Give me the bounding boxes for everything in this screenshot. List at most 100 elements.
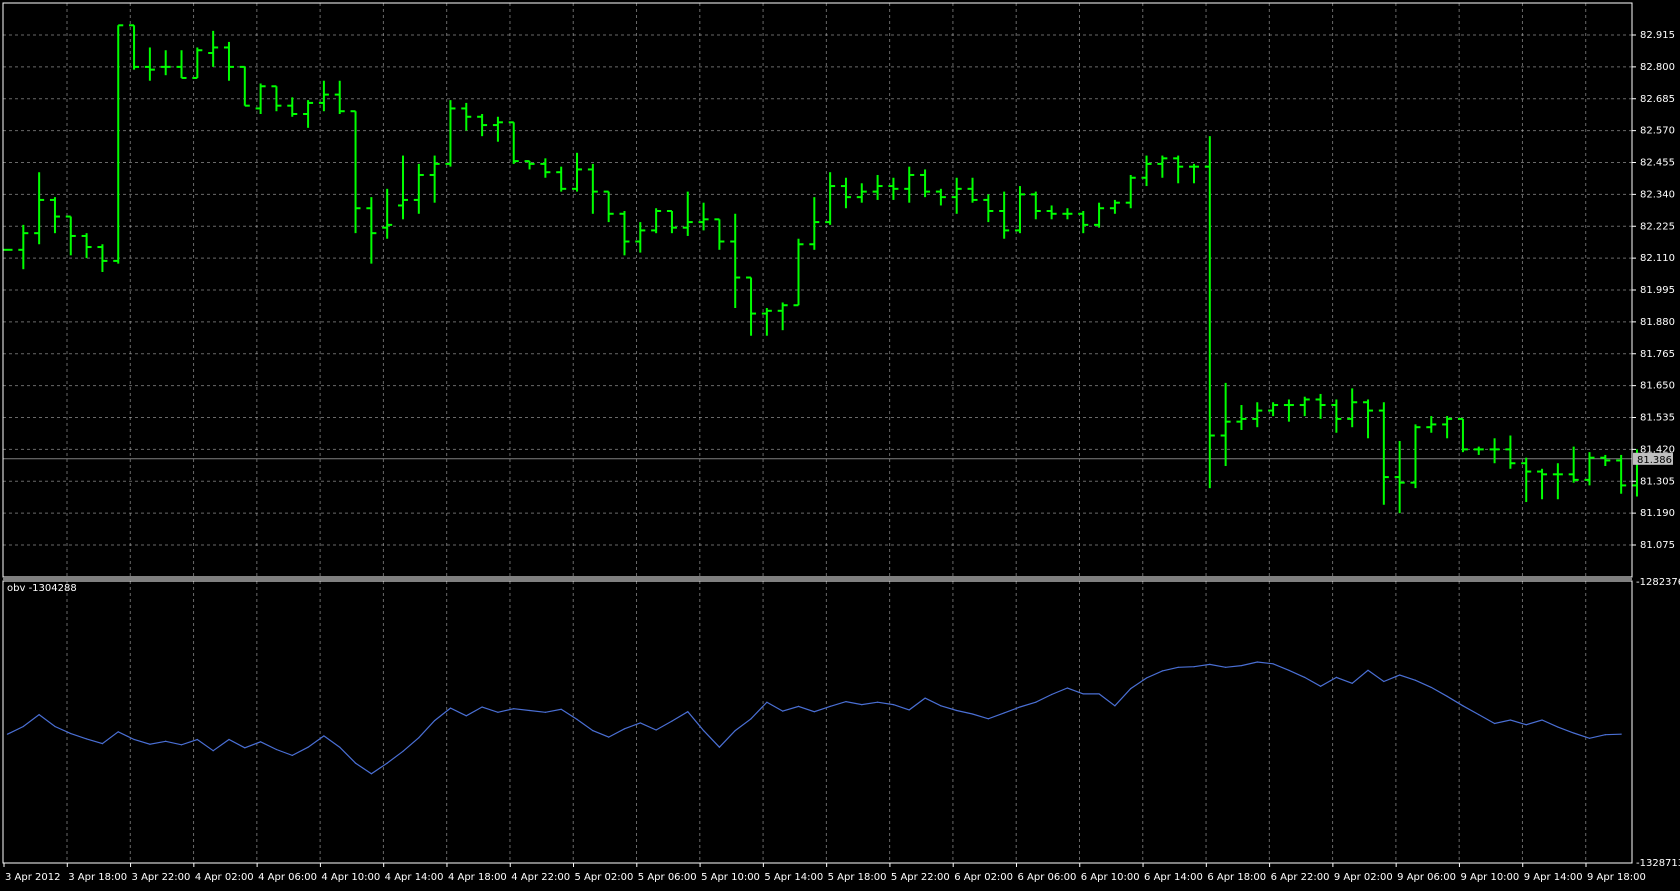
obv-point <box>1383 680 1385 683</box>
obv-label: obv -1304288 <box>7 583 77 594</box>
ohlc-bar <box>113 24 124 264</box>
obv-point <box>275 748 278 751</box>
obv-point <box>1509 719 1511 721</box>
ohlc-bar <box>793 238 804 307</box>
obv-point <box>70 732 72 735</box>
y-tick-label: 82.915 <box>1640 30 1675 41</box>
obv-point <box>1035 701 1037 703</box>
obv-point <box>1051 693 1053 696</box>
ohlc-bar <box>983 194 994 223</box>
obv-point <box>101 743 104 745</box>
obv-point <box>1588 737 1591 739</box>
ohlc-bar <box>239 65 250 107</box>
obv-point <box>1209 663 1211 665</box>
ohlc-bar <box>540 158 551 178</box>
obv-point <box>465 715 467 717</box>
obv-point <box>797 705 800 707</box>
obv-point <box>1019 706 1021 708</box>
ohlc-bar <box>18 224 29 270</box>
x-tick-label: 9 Apr 02:00 <box>1334 872 1393 883</box>
ohlc-bar <box>1062 208 1073 220</box>
ohlc-bar <box>730 213 741 309</box>
ohlc-bar <box>1505 435 1516 469</box>
x-tick-label: 5 Apr 22:00 <box>891 872 950 883</box>
ohlc-bar <box>176 50 187 79</box>
ohlc-bar <box>1252 402 1263 428</box>
ohlc-bar <box>160 50 171 76</box>
current-price-label: 81.386 <box>1637 455 1672 466</box>
obv-point <box>1098 693 1100 695</box>
obv-point <box>117 731 119 733</box>
ohlc-bar <box>587 163 598 214</box>
obv-point <box>813 711 815 713</box>
ohlc-bar <box>1347 388 1358 428</box>
y-tick-label: 81.190 <box>1640 508 1675 519</box>
ohlc-bar <box>1473 446 1484 455</box>
obv-point <box>1493 722 1496 725</box>
obv-point <box>38 714 40 716</box>
obv-point <box>54 725 56 728</box>
obv-point <box>1414 679 1417 681</box>
y-tick-label: 82.225 <box>1640 221 1675 232</box>
x-tick-label: 4 Apr 10:00 <box>321 872 380 883</box>
grid <box>3 3 1632 863</box>
x-tick-label: 5 Apr 02:00 <box>575 872 634 883</box>
obv-point <box>323 735 325 737</box>
ohlc-bar <box>1537 468 1548 500</box>
obv-point <box>1351 682 1353 684</box>
ohlc-bar <box>1094 202 1105 228</box>
x-tick-label: 6 Apr 06:00 <box>1017 872 1076 883</box>
ohlc-bar <box>1568 446 1579 483</box>
chart-window[interactable]: 82.915 82.800 82.685 82.570 82.455 82.340 82.2… <box>0 0 1680 887</box>
obv-point <box>1335 676 1337 678</box>
obv-point <box>655 729 657 731</box>
obv-point <box>1082 693 1084 695</box>
ohlc-bar <box>904 166 915 203</box>
ohlc-bar <box>967 177 978 203</box>
ohlc-bar <box>682 191 693 236</box>
obv-point <box>1114 705 1116 707</box>
x-tick-label: 4 Apr 14:00 <box>385 872 444 883</box>
y-tick-label: 81.880 <box>1640 317 1675 328</box>
ohlc-bar <box>1378 402 1389 505</box>
ohlc-bar <box>809 197 820 250</box>
obv-point <box>560 708 562 710</box>
obv-point <box>1319 685 1322 687</box>
obv-point <box>418 737 420 739</box>
y-tick-label: 81.075 <box>1640 540 1675 551</box>
x-tick-label: 9 Apr 06:00 <box>1397 872 1456 883</box>
chart-canvas[interactable]: 82.915 82.800 82.685 82.570 82.455 82.340 82.2… <box>0 0 1680 887</box>
obv-point <box>1066 687 1069 689</box>
ohlc-bar <box>999 191 1010 239</box>
ohlc-bar <box>619 211 630 256</box>
obv-point <box>528 709 531 712</box>
x-tick-label: 5 Apr 06:00 <box>638 872 697 883</box>
obv-point <box>782 710 784 712</box>
obv-point <box>639 722 641 724</box>
ohlc-bar <box>1426 416 1437 433</box>
ohlc-bar <box>825 172 836 225</box>
obv-point <box>497 711 499 713</box>
ohlc-bar <box>872 174 883 200</box>
obv-point <box>1525 724 1527 726</box>
x-tick-label: 5 Apr 18:00 <box>828 872 887 883</box>
obv-point <box>877 701 879 703</box>
obv-point <box>1240 664 1243 667</box>
obv-point <box>750 718 752 720</box>
y-tick-label: 81.535 <box>1640 413 1675 424</box>
obv-point <box>608 736 610 738</box>
x-tick-label: 3 Apr 18:00 <box>68 872 127 883</box>
obv-point <box>845 701 847 703</box>
obv-max-label: -1282376 <box>1636 577 1680 588</box>
obv-point <box>196 738 198 741</box>
ohlc-bar <box>1552 463 1563 500</box>
ohlc-bar <box>1331 399 1342 433</box>
ohlc-bar <box>49 197 60 234</box>
obv-point <box>1304 676 1306 678</box>
obv-point <box>1620 733 1622 735</box>
obv-point <box>1573 732 1575 734</box>
obv-point <box>1604 734 1606 736</box>
ohlc-bar <box>1299 396 1310 417</box>
ohlc-bar <box>366 197 377 264</box>
ohlc-bar <box>1489 438 1500 464</box>
